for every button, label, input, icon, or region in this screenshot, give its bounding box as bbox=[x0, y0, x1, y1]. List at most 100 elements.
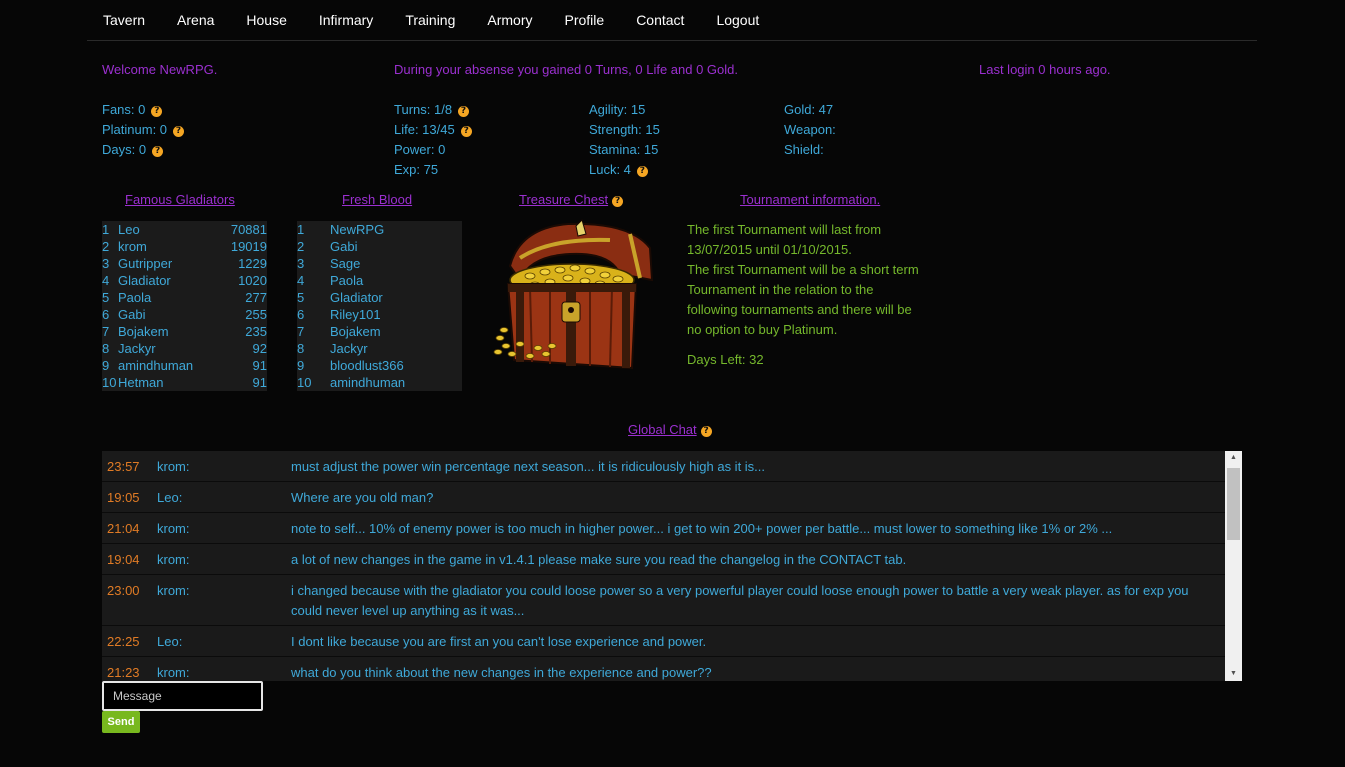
treasure-chest-heading: Treasure Chest? bbox=[519, 192, 624, 207]
player-name[interactable]: krom bbox=[118, 238, 219, 255]
chat-text: I dont like because you are first an you… bbox=[291, 634, 707, 649]
chat-scrollbar[interactable]: ▲ ▼ bbox=[1225, 451, 1242, 681]
player-name[interactable]: amindhuman bbox=[330, 374, 462, 391]
chat-time: 22:25 bbox=[107, 634, 140, 649]
player-name[interactable]: bloodlust366 bbox=[330, 357, 462, 374]
famous-row: 6 Gabi 255 bbox=[102, 306, 267, 323]
chat-message: 19:05 Leo: Where are you old man? bbox=[102, 482, 1242, 513]
rank-number: 2 bbox=[297, 239, 305, 254]
chat-user[interactable]: krom: bbox=[157, 457, 291, 477]
platinum-stat: Platinum: 0? bbox=[102, 120, 185, 140]
help-icon[interactable]: ? bbox=[152, 146, 164, 157]
rank-number: 9 bbox=[297, 358, 305, 373]
nav-contact[interactable]: Contact bbox=[620, 12, 700, 28]
chat-user[interactable]: krom: bbox=[157, 550, 291, 570]
player-name[interactable]: Gabi bbox=[330, 238, 462, 255]
player-name[interactable]: Paola bbox=[330, 272, 462, 289]
player-name[interactable]: Gabi bbox=[118, 306, 219, 323]
player-name[interactable]: Jackyr bbox=[118, 340, 219, 357]
chat-text: Where are you old man? bbox=[291, 490, 434, 505]
player-name[interactable]: Gutripper bbox=[118, 255, 219, 272]
global-chat-link[interactable]: Global Chat bbox=[628, 422, 697, 437]
player-name[interactable]: Paola bbox=[118, 289, 219, 306]
turns-label: Turns: 1/8 bbox=[394, 102, 453, 117]
send-button[interactable]: Send bbox=[102, 711, 140, 733]
stats-column-2: Turns: 1/8? Life: 13/45? Power: 0 Exp: 7… bbox=[394, 100, 472, 180]
rank-number: 4 bbox=[297, 273, 305, 288]
chat-text: note to self... 10% of enemy power is to… bbox=[291, 521, 1113, 536]
player-name[interactable]: Riley101 bbox=[330, 306, 462, 323]
scroll-up-arrow-icon[interactable]: ▲ bbox=[1225, 451, 1242, 465]
last-login-text: Last login 0 hours ago. bbox=[979, 62, 1111, 77]
player-name[interactable]: Gladiator bbox=[118, 272, 219, 289]
chat-user[interactable]: krom: bbox=[157, 581, 291, 621]
chat-time: 21:23 bbox=[107, 665, 140, 680]
player-name[interactable]: Gladiator bbox=[330, 289, 462, 306]
rank-number: 8 bbox=[102, 341, 110, 356]
chat-time: 23:00 bbox=[107, 583, 140, 598]
help-icon[interactable]: ? bbox=[700, 426, 712, 437]
player-score: 277 bbox=[245, 290, 267, 305]
help-icon[interactable]: ? bbox=[458, 106, 470, 117]
scroll-thumb[interactable] bbox=[1227, 468, 1240, 540]
nav-profile[interactable]: Profile bbox=[549, 12, 621, 28]
stats-column-1: Fans: 0? Platinum: 0? Days: 0? bbox=[102, 100, 185, 160]
help-icon[interactable]: ? bbox=[612, 196, 624, 207]
chat-user[interactable]: krom: bbox=[157, 663, 291, 681]
life-label: Life: 13/45 bbox=[394, 122, 455, 137]
player-name[interactable]: Bojakem bbox=[330, 323, 462, 340]
player-name[interactable]: Jackyr bbox=[330, 340, 462, 357]
rank-number: 3 bbox=[297, 256, 305, 271]
player-name[interactable]: amindhuman bbox=[118, 357, 219, 374]
famous-row: 1 Leo 70881 bbox=[102, 221, 267, 238]
nav-armory[interactable]: Armory bbox=[471, 12, 548, 28]
fresh-blood-link[interactable]: Fresh Blood bbox=[342, 192, 412, 207]
global-chat-heading: Global Chat? bbox=[628, 422, 712, 437]
chat-message: 21:04 krom: note to self... 10% of enemy p… bbox=[102, 513, 1242, 544]
rank-number: 3 bbox=[102, 256, 110, 271]
rank-number: 2 bbox=[102, 239, 110, 254]
days-stat: Days: 0? bbox=[102, 140, 184, 160]
nav-infirmary[interactable]: Infirmary bbox=[303, 12, 389, 28]
player-name[interactable]: Leo bbox=[118, 221, 219, 238]
help-icon[interactable]: ? bbox=[636, 166, 648, 177]
fresh-row: 7 Bojakem bbox=[297, 323, 462, 340]
player-name[interactable]: NewRPG bbox=[330, 221, 462, 238]
rank-number: 10 bbox=[297, 375, 312, 390]
treasure-chest-image[interactable] bbox=[490, 218, 660, 374]
strength-stat: Strength: 15 bbox=[589, 122, 660, 137]
nav-tavern[interactable]: Tavern bbox=[87, 12, 161, 28]
top-nav: Tavern Arena House Infirmary Training Ar… bbox=[87, 0, 1257, 41]
welcome-text: Welcome NewRPG. bbox=[102, 62, 218, 77]
player-name[interactable]: Hetman bbox=[118, 374, 219, 391]
exp-stat: Exp: 75 bbox=[394, 162, 439, 177]
famous-gladiators-link[interactable]: Famous Gladiators bbox=[125, 192, 235, 207]
treasure-chest-link[interactable]: Treasure Chest bbox=[519, 192, 608, 207]
nav-training[interactable]: Training bbox=[389, 12, 471, 28]
help-icon[interactable]: ? bbox=[460, 126, 472, 137]
message-input[interactable] bbox=[102, 681, 263, 711]
chat-user[interactable]: Leo: bbox=[157, 632, 291, 652]
player-name[interactable]: Sage bbox=[330, 255, 462, 272]
chat-messages[interactable]: 23:57 krom: must adjust the power win perc… bbox=[102, 451, 1242, 681]
luck-label: Luck: 4 bbox=[589, 162, 631, 177]
fresh-row: 10 amindhuman bbox=[297, 374, 462, 391]
chat-user[interactable]: krom: bbox=[157, 519, 291, 539]
fans-stat: Fans: 0? bbox=[102, 100, 184, 120]
fresh-row: 3 Sage bbox=[297, 255, 462, 272]
help-icon[interactable]: ? bbox=[151, 106, 163, 117]
scroll-down-arrow-icon[interactable]: ▼ bbox=[1225, 667, 1242, 681]
nav-arena[interactable]: Arena bbox=[161, 12, 230, 28]
fresh-row: 5 Gladiator bbox=[297, 289, 462, 306]
player-score: 1020 bbox=[238, 273, 267, 288]
tournament-info-link[interactable]: Tournament information. bbox=[740, 192, 880, 207]
nav-logout[interactable]: Logout bbox=[700, 12, 775, 28]
player-name[interactable]: Bojakem bbox=[118, 323, 219, 340]
turns-stat: Turns: 1/8? bbox=[394, 100, 472, 120]
nav-house[interactable]: House bbox=[230, 12, 302, 28]
chat-user[interactable]: Leo: bbox=[157, 488, 291, 508]
player-score: 91 bbox=[252, 358, 267, 373]
famous-row: 7 Bojakem 235 bbox=[102, 323, 267, 340]
game-page: Tavern Arena House Infirmary Training Ar… bbox=[0, 0, 1345, 767]
help-icon[interactable]: ? bbox=[173, 126, 185, 137]
